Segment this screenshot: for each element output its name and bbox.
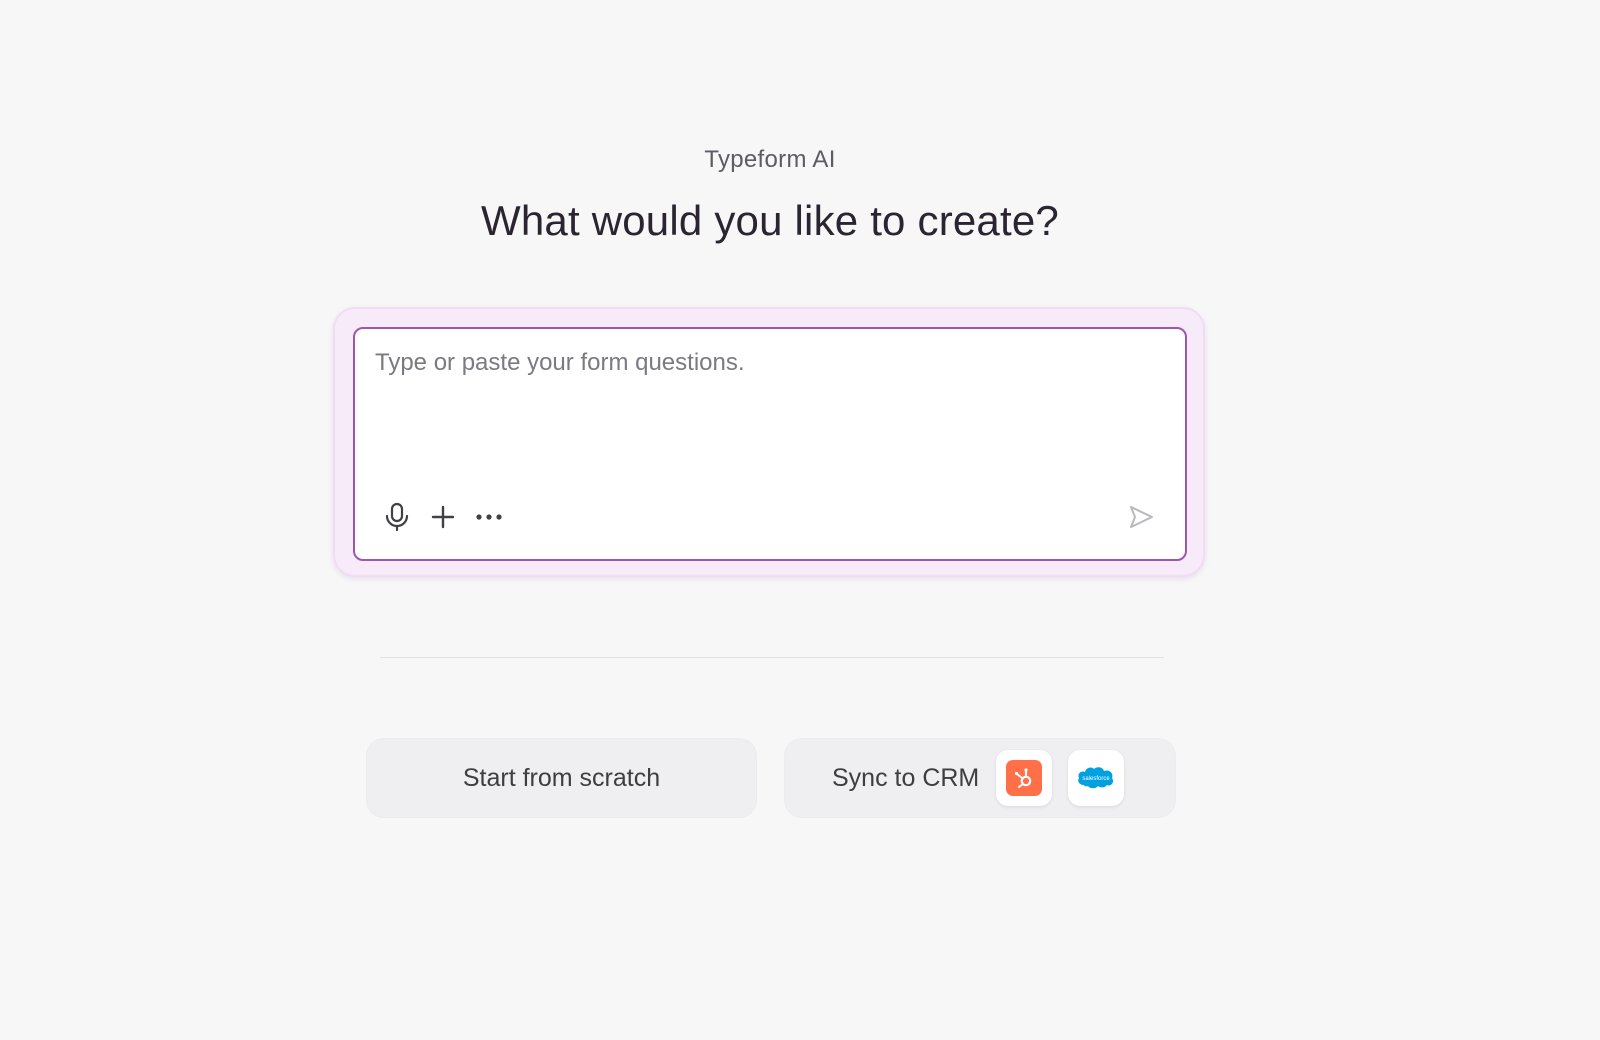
hubspot-icon: [1006, 760, 1043, 796]
start-from-scratch-label: Start from scratch: [462, 763, 661, 792]
microphone-icon[interactable]: [381, 501, 413, 533]
ai-create-page: Typeform AI What would you like to creat…: [0, 0, 1600, 1040]
send-icon[interactable]: [1125, 501, 1157, 533]
prompt-composer: [333, 307, 1205, 577]
section-divider: [380, 657, 1164, 658]
prompt-input[interactable]: [375, 349, 1165, 469]
sync-to-crm-label: Sync to CRM: [832, 763, 980, 792]
svg-text:salesforce: salesforce: [1083, 776, 1111, 782]
prompt-box[interactable]: [353, 327, 1187, 561]
product-label: Typeform AI: [704, 146, 836, 173]
salesforce-logo: salesforce: [1068, 750, 1125, 806]
sync-to-crm-button[interactable]: Sync to CRM salesforce: [784, 738, 1176, 818]
page-title: What would you like to create?: [481, 197, 1059, 244]
hubspot-logo: [996, 750, 1053, 806]
plus-icon[interactable]: [427, 501, 459, 533]
start-from-scratch-button[interactable]: Start from scratch: [366, 738, 757, 818]
more-icon[interactable]: [473, 501, 505, 533]
salesforce-icon: salesforce: [1078, 767, 1114, 789]
